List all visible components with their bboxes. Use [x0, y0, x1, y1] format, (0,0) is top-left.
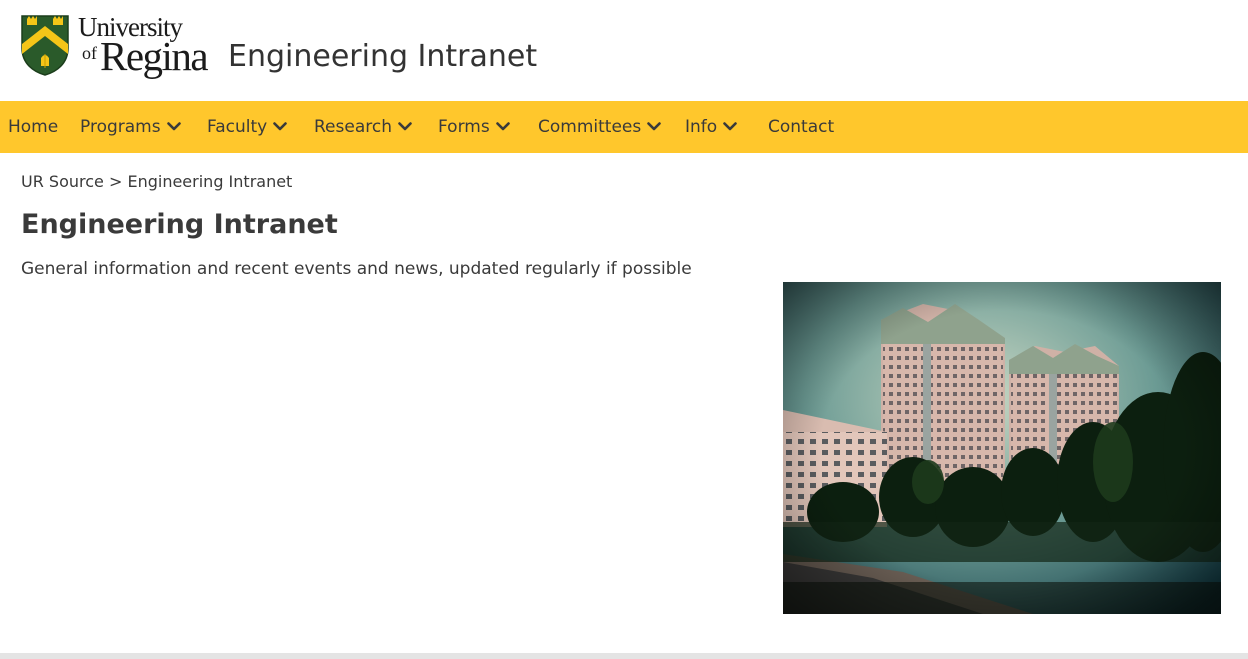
nav-item-label: Committees: [538, 117, 642, 137]
nav-item-label: Research: [314, 117, 392, 137]
nav-item-forms[interactable]: Forms: [438, 101, 510, 153]
chevron-down-icon: [495, 121, 510, 130]
chevron-down-icon: [398, 121, 412, 130]
nav-item-committees[interactable]: Committees: [538, 101, 662, 153]
breadcrumb: UR Source > Engineering Intranet: [21, 172, 292, 192]
nav-item-label: Programs: [80, 117, 161, 137]
breadcrumb-current: Engineering Intranet: [127, 172, 293, 191]
page-title: Engineering Intranet: [21, 209, 338, 240]
nav-item-faculty[interactable]: Faculty: [207, 101, 288, 153]
nav-item-contact[interactable]: Contact: [768, 101, 834, 153]
nav-item-label: Info: [685, 117, 718, 137]
crest-icon: [21, 15, 69, 76]
university-logo-link[interactable]: University of Regina: [20, 12, 210, 79]
nav-item-programs[interactable]: Programs: [80, 101, 181, 153]
nav-item-research[interactable]: Research: [314, 101, 412, 153]
chevron-down-icon: [647, 121, 662, 130]
nav-item-info[interactable]: Info: [685, 101, 737, 153]
chevron-down-icon: [166, 121, 181, 130]
nav-item-label: Forms: [438, 117, 490, 137]
breadcrumb-separator: >: [108, 172, 123, 191]
chevron-down-icon: [273, 121, 288, 130]
nav-item-label: Faculty: [207, 117, 268, 137]
site-title-link[interactable]: Engineering Intranet: [228, 38, 537, 76]
campus-buildings-photo: [783, 282, 1221, 614]
chevron-down-icon: [723, 121, 737, 130]
nav-item-home[interactable]: Home: [8, 101, 58, 153]
campus-buildings-image: [783, 282, 1221, 614]
nav-item-label: Home: [8, 117, 59, 137]
page-bottom-border: [0, 653, 1248, 659]
nav-item-label: Contact: [768, 117, 835, 137]
page-intro: General information and recent events an…: [21, 259, 692, 279]
main-nav: Home Programs Faculty Research Forms Com…: [0, 101, 1248, 153]
site-header: University of Regina Engineering Intrane…: [0, 0, 1248, 101]
breadcrumb-link-ur-source[interactable]: UR Source: [21, 172, 104, 191]
logo-word-of: of: [82, 43, 97, 63]
logo-word-regina: Regina: [100, 33, 209, 79]
